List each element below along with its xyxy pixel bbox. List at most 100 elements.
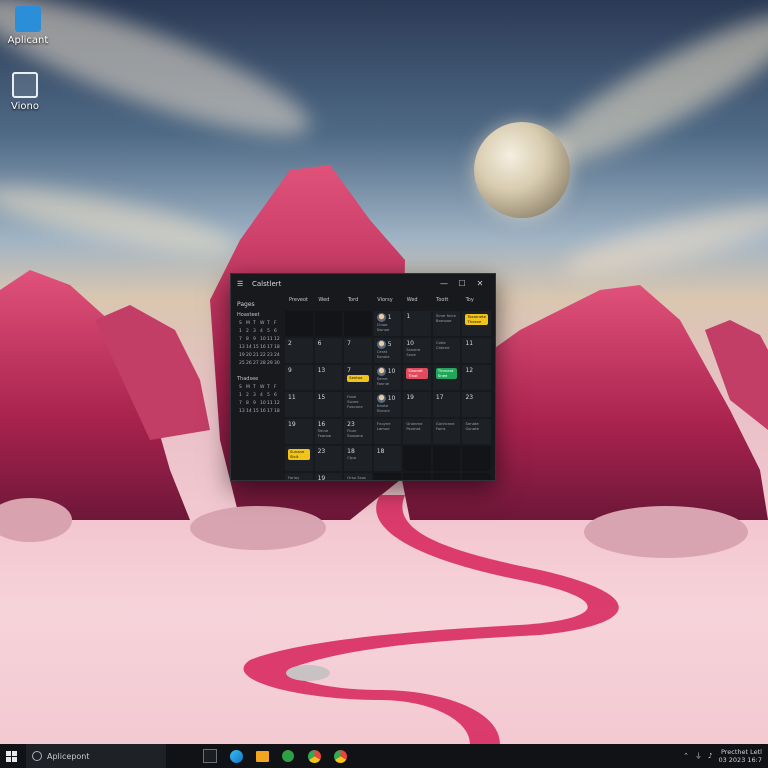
- calendar-day-cell[interactable]: 23 Fiuar Ssosone: [344, 419, 372, 444]
- calendar-day-cell[interactable]: 19: [285, 419, 313, 444]
- mini-calendar-day[interactable]: 29: [267, 361, 273, 366]
- mini-calendar-day[interactable]: 11: [267, 337, 273, 342]
- mini-calendar-grid[interactable]: S M T W T F 1 2 3 4 5 6 7 8 9 10 11 12 13 14 15 16 17 18: [239, 385, 280, 414]
- calendar-day-cell[interactable]: [314, 311, 343, 336]
- mini-calendar-day[interactable]: 9: [253, 337, 259, 342]
- mini-calendar-day[interactable]: 8: [246, 401, 252, 406]
- calendar-day-cell[interactable]: 17: [432, 392, 461, 417]
- mini-calendar-day[interactable]: 21: [253, 353, 259, 358]
- mini-calendar-day[interactable]: 8: [246, 337, 252, 342]
- calendar-day-cell[interactable]: 5 Cerat Sonole: [373, 338, 402, 363]
- mini-calendar-day[interactable]: 13: [239, 345, 245, 350]
- mini-calendar-day[interactable]: 2: [246, 329, 252, 334]
- chrome-icon[interactable]: [304, 746, 324, 766]
- calendar-event[interactable]: Toxarnete Thesee: [465, 314, 488, 325]
- calendar-day-cell[interactable]: Fnoyne Lamoe: [373, 419, 402, 444]
- calendar-day-cell[interactable]: 15: [314, 392, 343, 417]
- start-button[interactable]: [0, 744, 22, 768]
- mini-calendar-day[interactable]: 28: [260, 361, 266, 366]
- mini-calendar-day[interactable]: 14: [246, 409, 252, 414]
- volume-icon[interactable]: ♪: [708, 752, 712, 760]
- mini-calendar-day[interactable]: 23: [267, 353, 273, 358]
- calendar-day-cell[interactable]: 9: [285, 365, 313, 390]
- calendar-day-cell[interactable]: Senate Gsnate: [462, 419, 491, 444]
- calendar-day-cell[interactable]: [432, 473, 461, 480]
- mini-calendar-day[interactable]: 18: [274, 409, 280, 414]
- mini-calendar-grid[interactable]: S M T W T F 1 2 3 4 5 6 7 8 9 10 11 12 13 14 15 16 17 18 19 20 21 2…: [239, 321, 280, 366]
- task-view-icon[interactable]: [200, 746, 220, 766]
- mini-calendar-day[interactable]: 12: [274, 401, 280, 406]
- calendar-day-cell[interactable]: 10 Serve Fannie: [373, 365, 402, 390]
- mini-calendar-day[interactable]: 15: [253, 409, 259, 414]
- mini-calendar-day[interactable]: 30: [274, 361, 280, 366]
- calendar-day-cell[interactable]: 13: [314, 365, 343, 390]
- files-icon[interactable]: [252, 746, 272, 766]
- calendar-day-cell[interactable]: 23: [314, 446, 343, 471]
- mini-calendar-day[interactable]: 10: [260, 337, 266, 342]
- calendar-day-cell[interactable]: 18: [373, 446, 402, 471]
- calendar-day-cell[interactable]: Sunane Stcit: [285, 446, 313, 471]
- minimize-button[interactable]: —: [435, 279, 453, 288]
- calendar-day-cell[interactable]: Gonhrane Fanis: [432, 419, 461, 444]
- mini-calendar[interactable]: Hoasteet S M T W T F 1 2 3 4 5 6 7 8 9 10 11 12 13 14 15 16 17…: [235, 312, 280, 366]
- calendar-day-cell[interactable]: 7: [344, 338, 372, 363]
- calendar-day-cell[interactable]: Gnanme Psomat: [403, 419, 431, 444]
- calendar-day-cell[interactable]: [285, 311, 313, 336]
- mini-calendar-day[interactable]: 2: [246, 393, 252, 398]
- mini-calendar-day[interactable]: 4: [260, 329, 266, 334]
- menu-icon[interactable]: ☰: [237, 280, 246, 288]
- mini-calendar-day[interactable]: 11: [267, 401, 273, 406]
- mini-calendar-day[interactable]: 18: [274, 345, 280, 350]
- calendar-day-cell[interactable]: 1 Cinoe Swnoe: [373, 311, 402, 336]
- mini-calendar-day[interactable]: 6: [274, 393, 280, 398]
- mini-calendar-day[interactable]: 7: [239, 337, 245, 342]
- calendar-day-cell[interactable]: [462, 446, 491, 471]
- taskbar-search[interactable]: Aplicepont: [26, 744, 166, 768]
- calendar-event[interactable]: Sunane Stcit: [288, 449, 310, 460]
- mini-calendar-day[interactable]: 9: [253, 401, 259, 406]
- mini-calendar-day[interactable]: 13: [239, 409, 245, 414]
- mini-calendar-day[interactable]: 12: [274, 337, 280, 342]
- mini-calendar[interactable]: Thadsee S M T W T F 1 2 3 4 5 6 7 8 9 10 11 12 13 14 15 16 17 1…: [235, 376, 280, 414]
- calendar-day-cell[interactable]: Orso Ssos: [344, 473, 372, 480]
- mini-calendar-day[interactable]: 19: [239, 353, 245, 358]
- calendar-event[interactable]: Sentoa: [347, 375, 369, 382]
- mini-calendar-day[interactable]: 17: [267, 345, 273, 350]
- calendar-day-cell[interactable]: 11: [462, 338, 491, 363]
- calendar-day-cell[interactable]: [462, 473, 491, 480]
- mini-calendar-day[interactable]: 5: [267, 329, 273, 334]
- calendar-day-cell[interactable]: 23: [462, 392, 491, 417]
- mini-calendar-day[interactable]: 7: [239, 401, 245, 406]
- mini-calendar-day[interactable]: 20: [246, 353, 252, 358]
- chrome-icon[interactable]: [330, 746, 350, 766]
- calendar-day-cell[interactable]: Toxarnete Thesee: [462, 311, 491, 336]
- calendar-day-cell[interactable]: Fooe Ssnee Foscone: [344, 392, 372, 417]
- desktop-icon-aplicant[interactable]: Aplicant: [0, 6, 56, 46]
- mini-calendar-day[interactable]: 3: [253, 393, 259, 398]
- xbox-icon[interactable]: [278, 746, 298, 766]
- close-button[interactable]: ✕: [471, 279, 489, 288]
- mini-calendar-day[interactable]: 1: [239, 329, 245, 334]
- network-icon[interactable]: ⏚: [695, 751, 702, 761]
- chevron-up-icon[interactable]: ⌃: [683, 752, 689, 760]
- mini-calendar-day[interactable]: 5: [267, 393, 273, 398]
- calendar-day-cell[interactable]: [373, 473, 402, 480]
- mini-calendar-day[interactable]: 1: [239, 393, 245, 398]
- calendar-day-cell[interactable]: 6: [314, 338, 343, 363]
- calendar-day-cell[interactable]: Cotie Catene: [432, 338, 461, 363]
- calendar-day-cell[interactable]: [403, 446, 431, 471]
- calendar-day-cell[interactable]: 2: [285, 338, 313, 363]
- calendar-event[interactable]: Tinmeot Snee: [435, 368, 458, 379]
- mini-calendar-day[interactable]: 26: [246, 361, 252, 366]
- calendar-day-cell[interactable]: Sime fnice Bamooe: [432, 311, 461, 336]
- calendar-day-cell[interactable]: Farloy Posoe: [285, 473, 313, 480]
- calendar-day-cell[interactable]: [432, 446, 461, 471]
- mini-calendar-day[interactable]: 15: [253, 345, 259, 350]
- mini-calendar-day[interactable]: 6: [274, 329, 280, 334]
- calendar-day-cell[interactable]: 1: [403, 311, 431, 336]
- calendar-day-cell[interactable]: [403, 473, 431, 480]
- calendar-day-cell[interactable]: 7 Sentoa: [344, 365, 372, 390]
- calendar-day-cell[interactable]: 10 Nirote Sionne: [373, 392, 402, 417]
- calendar-day-cell[interactable]: 12: [462, 365, 491, 390]
- desktop-icon-viono[interactable]: Viono: [0, 72, 53, 112]
